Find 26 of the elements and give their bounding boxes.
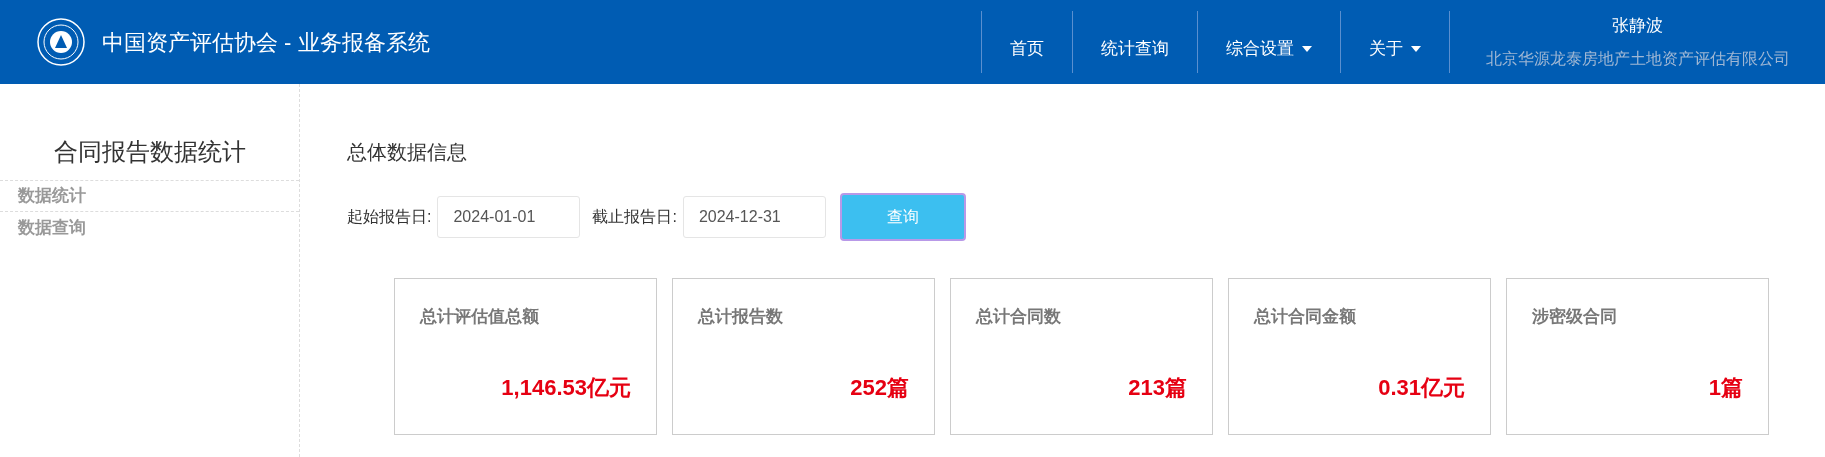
nav-item[interactable]: 关于 [1340,11,1449,73]
caret-icon [1411,46,1421,52]
logo-icon [36,17,86,67]
nav-item[interactable]: 统计查询 [1072,11,1197,73]
stat-label: 总计合同数 [976,306,1062,328]
stat-label: 涉密级合同 [1532,306,1618,328]
app-title: 中国资产评估协会 - 业务报备系统 [102,28,430,57]
date-label: 起始报告日: [347,207,432,227]
caret-icon [1302,46,1312,52]
stat-label: 总计评估值总额 [420,306,540,328]
stat-label: 总计合同金额 [1254,306,1357,328]
stat-label: 总计报告数 [698,306,784,328]
nav-item[interactable]: 首页 [981,11,1072,73]
date-label: 截止报告日: [592,207,677,227]
company-name: 北京华源龙泰房地产土地资产评估有限公司 [1485,48,1790,69]
date-field[interactable]: 2024-01-01 [437,196,581,238]
date-field[interactable]: 2024-12-31 [682,196,826,238]
stat-value: 0.31亿元 [1377,374,1465,402]
stat-value: 213篇 [1127,374,1187,402]
stat-value: 252篇 [849,374,909,402]
stat-value: 1篇 [1707,374,1743,402]
user-name: 张静波 [1612,15,1663,38]
stat-value: 1,146.53亿元 [500,374,631,402]
section-title: 总体数据信息 [347,140,468,165]
sidebar-title: 合同报告数据统计 [52,137,247,167]
nav-item[interactable]: 综合设置 [1197,11,1340,73]
